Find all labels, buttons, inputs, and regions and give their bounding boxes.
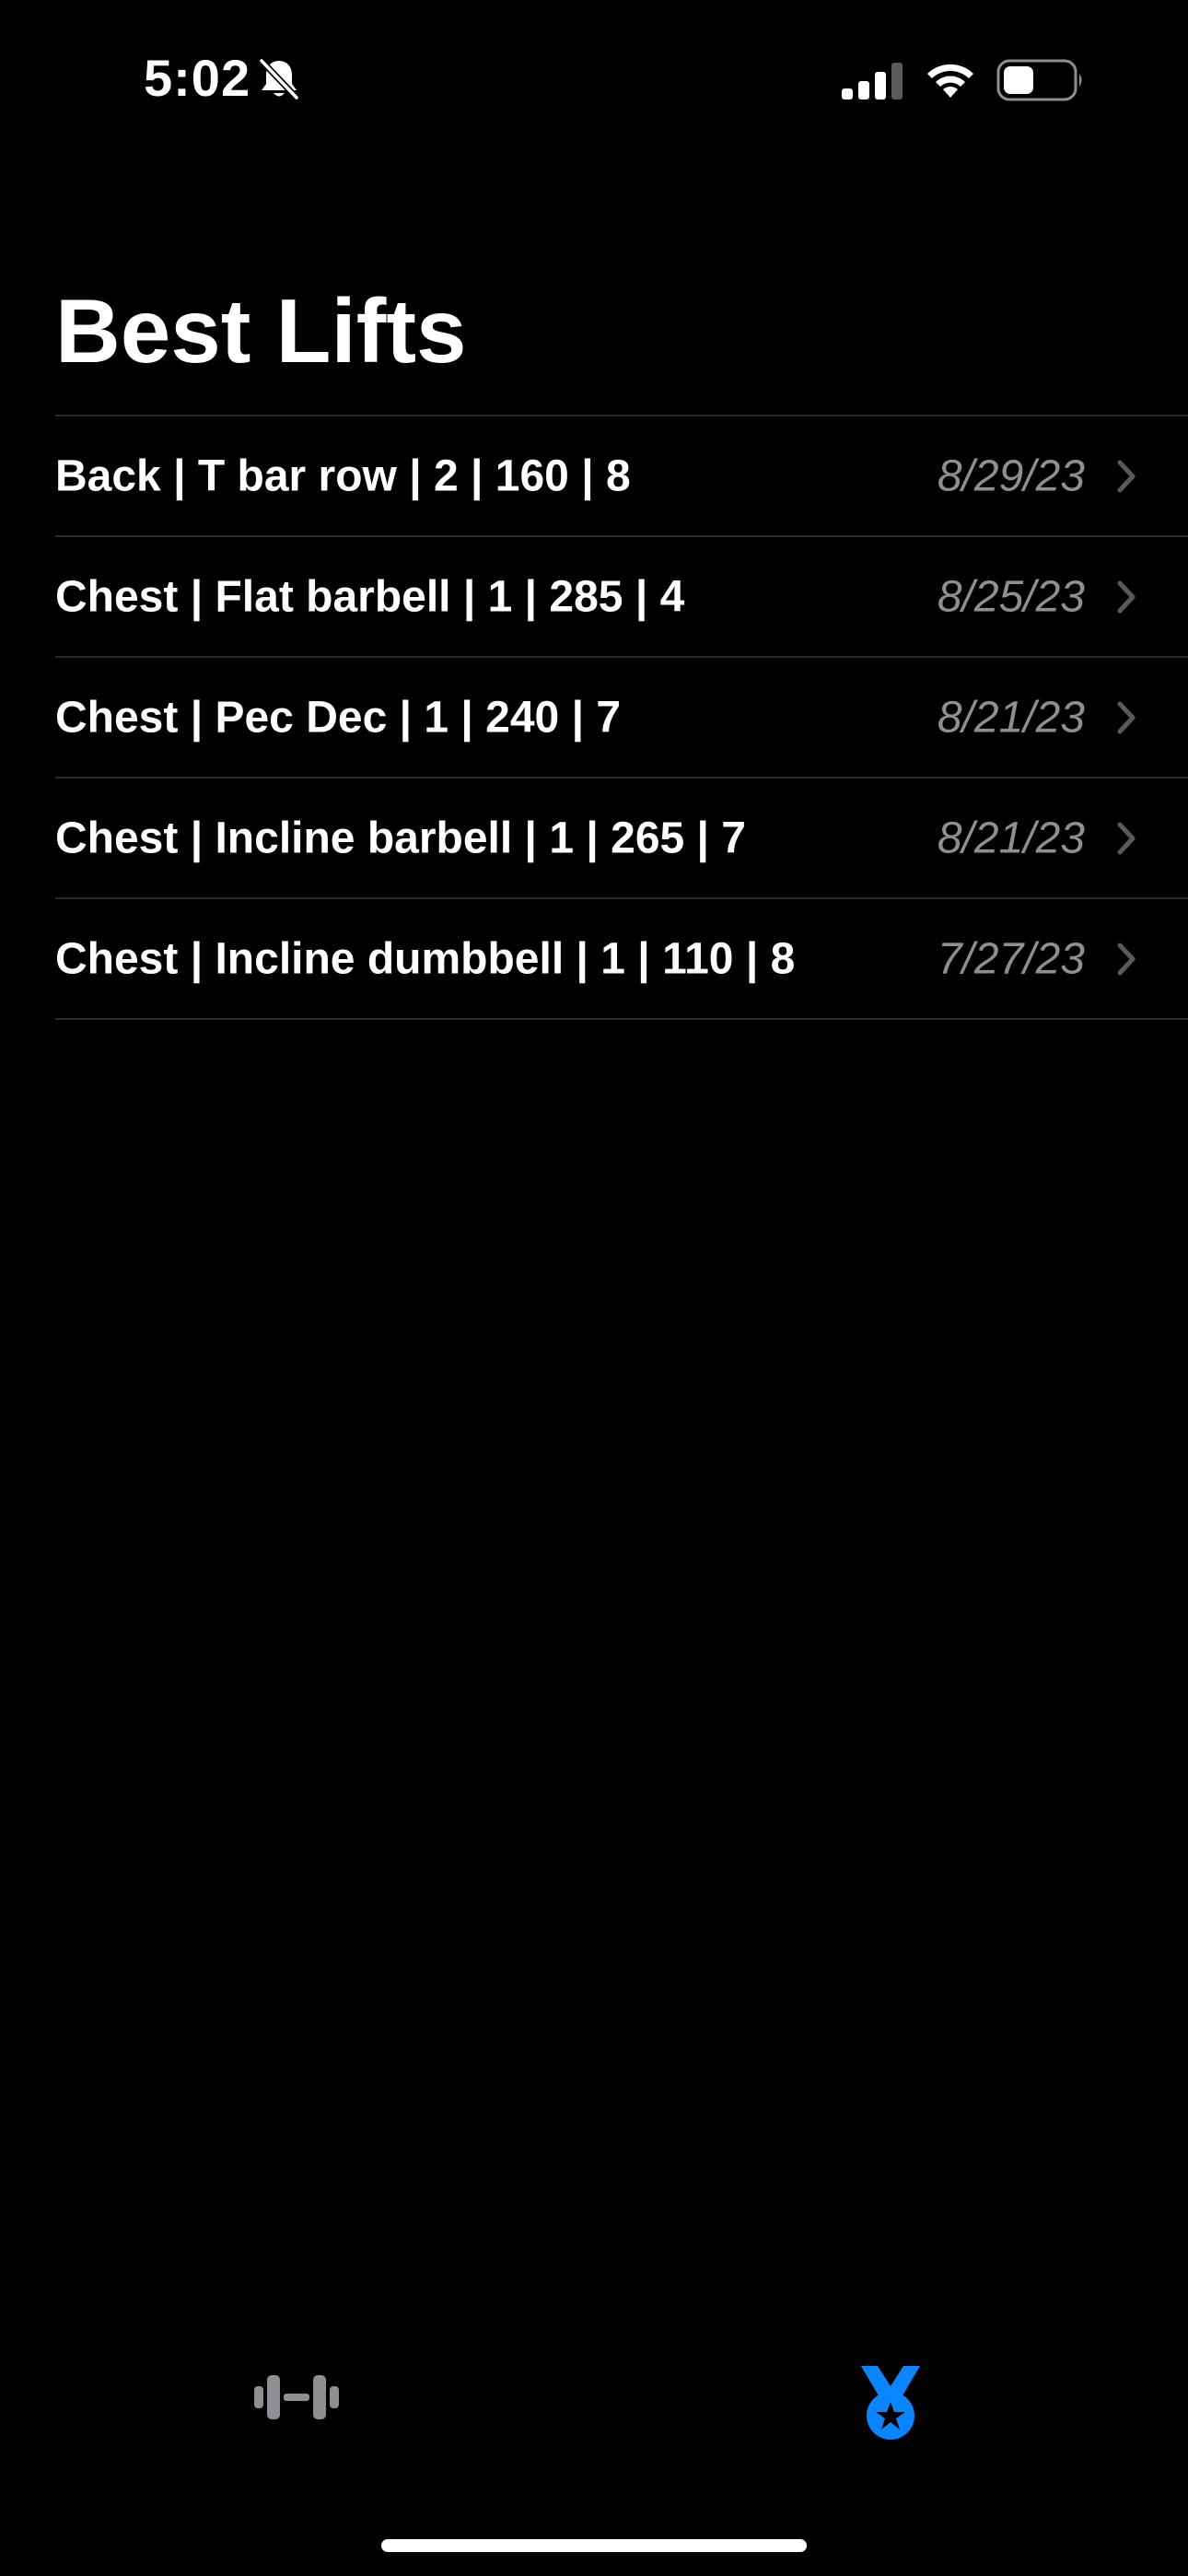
list-item[interactable]: Chest | Flat barbell | 1 | 285 | 4 8/25/… (55, 535, 1188, 656)
list-item[interactable]: Chest | Incline dumbbell | 1 | 110 | 8 7… (55, 897, 1188, 1020)
chevron-right-icon (1117, 822, 1136, 854)
bell-slash-icon (259, 58, 299, 100)
dumbbell-icon (254, 2375, 339, 2419)
list-item[interactable]: Back | T bar row | 2 | 160 | 8 8/29/23 (55, 415, 1188, 535)
tab-best-lifts[interactable] (817, 2322, 964, 2451)
chevron-right-icon (1117, 580, 1136, 613)
list-item[interactable]: Chest | Pec Dec | 1 | 240 | 7 8/21/23 (55, 656, 1188, 777)
lift-label: Chest | Incline barbell | 1 | 265 | 7 (55, 814, 746, 862)
medal-icon (861, 2366, 920, 2440)
home-indicator (381, 2539, 807, 2552)
lift-date: 8/21/23 (937, 814, 1085, 862)
lift-date: 8/29/23 (937, 451, 1085, 500)
lift-date: 8/21/23 (937, 693, 1085, 742)
lift-label: Chest | Flat barbell | 1 | 285 | 4 (55, 572, 685, 621)
battery-icon (996, 59, 1082, 101)
lift-label: Chest | Pec Dec | 1 | 240 | 7 (55, 693, 622, 742)
list-item[interactable]: Chest | Incline barbell | 1 | 265 | 7 8/… (55, 777, 1188, 897)
chevron-right-icon (1117, 943, 1136, 975)
lift-label: Chest | Incline dumbbell | 1 | 110 | 8 (55, 934, 796, 983)
tab-bar (0, 2322, 1188, 2478)
chevron-right-icon (1117, 460, 1136, 492)
wifi-icon (927, 64, 973, 98)
lift-label: Back | T bar row | 2 | 160 | 8 (55, 451, 631, 500)
best-lifts-list: Back | T bar row | 2 | 160 | 8 8/29/23 C… (55, 415, 1188, 1020)
chevron-right-icon (1117, 701, 1136, 733)
page-title: Best Lifts (55, 280, 467, 381)
lift-date: 7/27/23 (937, 934, 1085, 983)
cellular-signal-icon (842, 63, 903, 100)
status-bar: 5:02 (0, 0, 1188, 157)
lift-date: 8/25/23 (937, 572, 1085, 621)
tab-workouts[interactable] (223, 2322, 370, 2451)
status-time: 5:02 (144, 49, 251, 107)
